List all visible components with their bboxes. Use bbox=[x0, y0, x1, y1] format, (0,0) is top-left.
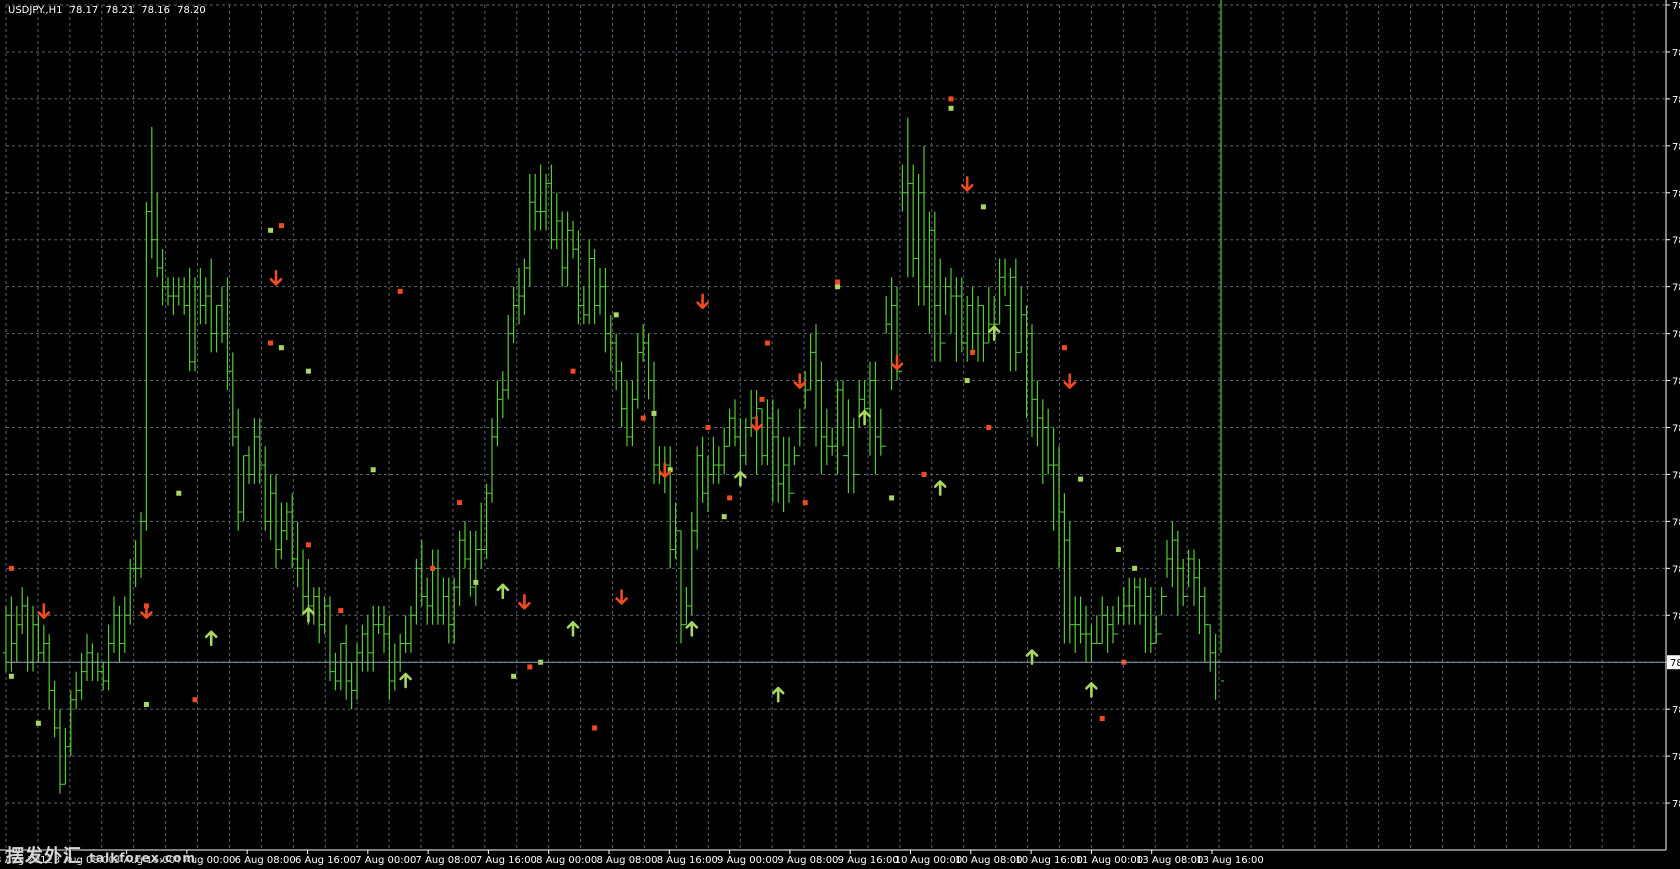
x-tick-label: 6 Aug 16:00 bbox=[295, 855, 356, 866]
up-dot bbox=[143, 701, 149, 707]
y-tick-label: 78.10 bbox=[1672, 752, 1680, 763]
down-dot bbox=[921, 471, 927, 477]
y-tick-label: 78.65 bbox=[1672, 236, 1680, 247]
down-dot bbox=[527, 664, 533, 670]
down-dot bbox=[759, 396, 765, 402]
y-tick-label: 78.70 bbox=[1672, 189, 1680, 200]
up-dot bbox=[8, 673, 14, 679]
down-dot bbox=[640, 415, 646, 421]
up-dot bbox=[473, 579, 479, 585]
up-dot bbox=[1078, 476, 1084, 482]
x-tick-label: 10 Aug 16:00 bbox=[1015, 855, 1082, 866]
x-tick-label: 9 Aug 00:00 bbox=[717, 855, 778, 866]
up-dot bbox=[948, 105, 954, 111]
down-dot bbox=[430, 565, 436, 571]
up-dot bbox=[370, 467, 376, 473]
up-dot bbox=[835, 284, 841, 290]
down-dot bbox=[305, 542, 311, 548]
up-dot bbox=[980, 204, 986, 210]
x-tick-label: 9 Aug 08:00 bbox=[777, 855, 838, 866]
up-dot bbox=[305, 368, 311, 374]
down-dot bbox=[570, 368, 576, 374]
down-dot bbox=[268, 340, 274, 346]
down-dot bbox=[705, 425, 711, 430]
x-tick-label: 10 Aug 00:00 bbox=[895, 855, 962, 866]
down-dot bbox=[948, 96, 954, 102]
y-tick-label: 78.85 bbox=[1672, 48, 1680, 59]
up-dot bbox=[1115, 547, 1121, 553]
down-dot bbox=[8, 565, 14, 571]
ohlc-close: 78.20 bbox=[177, 5, 206, 16]
watermark-cn: 摆发外汇 bbox=[6, 846, 82, 867]
down-dot bbox=[192, 697, 198, 703]
watermark: 摆发外汇 talkforex.com bbox=[6, 842, 196, 868]
y-tick-label: 78.30 bbox=[1672, 564, 1680, 575]
down-dot bbox=[457, 500, 463, 506]
watermark-url: talkforex.com bbox=[89, 851, 196, 865]
x-tick-label: 8 Aug 08:00 bbox=[596, 855, 657, 866]
up-dot bbox=[35, 720, 41, 726]
y-tick-label: 78.40 bbox=[1672, 470, 1680, 481]
up-dot bbox=[889, 495, 895, 501]
y-tick-label: 78.90 bbox=[1672, 1, 1680, 12]
down-dot bbox=[592, 725, 598, 731]
up-dot bbox=[268, 227, 274, 233]
y-tick-label: 78.60 bbox=[1672, 283, 1680, 294]
x-tick-label: 8 Aug 16:00 bbox=[657, 855, 718, 866]
symbol-info: USDJPY.,H1 78.17 78.21 78.16 78.20 bbox=[8, 5, 210, 16]
current-price-label: 78.20 bbox=[1670, 658, 1680, 669]
up-dot bbox=[964, 378, 970, 384]
down-dot bbox=[986, 425, 992, 430]
x-tick-label: 10 Aug 08:00 bbox=[955, 855, 1022, 866]
down-dot bbox=[278, 223, 284, 229]
x-tick-label: 6 Aug 08:00 bbox=[235, 855, 296, 866]
down-dot bbox=[970, 349, 976, 355]
down-dot bbox=[802, 500, 808, 506]
y-tick-label: 78.80 bbox=[1672, 95, 1680, 106]
down-dot bbox=[397, 288, 403, 294]
x-tick-label: 13 Aug 08:00 bbox=[1136, 855, 1203, 866]
x-tick-label: 7 Aug 00:00 bbox=[355, 855, 416, 866]
ohlc-high: 78.21 bbox=[105, 5, 135, 16]
ohlc-open: 78.17 bbox=[69, 5, 99, 16]
y-tick-label: 78.35 bbox=[1672, 517, 1680, 528]
ohlc-low: 78.16 bbox=[141, 5, 170, 16]
down-dot bbox=[1099, 716, 1105, 722]
down-dot bbox=[1061, 345, 1067, 351]
chart-background bbox=[0, 0, 1680, 869]
up-dot bbox=[651, 410, 657, 416]
y-tick-label: 78.45 bbox=[1672, 424, 1680, 435]
down-dot bbox=[764, 340, 770, 346]
y-tick-label: 78.25 bbox=[1672, 611, 1680, 622]
symbol-label: USDJPY.,H1 bbox=[8, 5, 63, 16]
up-dot bbox=[721, 514, 727, 520]
y-tick-label: 78.15 bbox=[1672, 705, 1680, 716]
y-tick-label: 78.50 bbox=[1672, 377, 1680, 388]
up-dot bbox=[613, 312, 619, 318]
down-dot bbox=[727, 495, 733, 501]
x-tick-label: 11 Aug 00:00 bbox=[1076, 855, 1143, 866]
up-dot bbox=[278, 345, 284, 351]
x-tick-label: 9 Aug 16:00 bbox=[838, 855, 899, 866]
up-dot bbox=[511, 673, 517, 679]
up-dot bbox=[1132, 565, 1138, 571]
up-dot bbox=[176, 490, 182, 496]
x-tick-label: 7 Aug 08:00 bbox=[416, 855, 477, 866]
x-tick-label: 8 Aug 00:00 bbox=[536, 855, 597, 866]
x-tick-label: 13 Aug 16:00 bbox=[1196, 855, 1263, 866]
y-tick-label: 78.75 bbox=[1672, 142, 1680, 153]
x-tick-label: 7 Aug 16:00 bbox=[476, 855, 537, 866]
y-tick-label: 78.05 bbox=[1672, 799, 1680, 810]
down-dot bbox=[338, 608, 344, 614]
down-dot bbox=[835, 279, 841, 285]
y-tick-label: 78.55 bbox=[1672, 330, 1680, 341]
price-chart[interactable]: 78.90 78.85 78.80 78.75 78.70 78.65 78.60 78.55… bbox=[0, 0, 1680, 869]
